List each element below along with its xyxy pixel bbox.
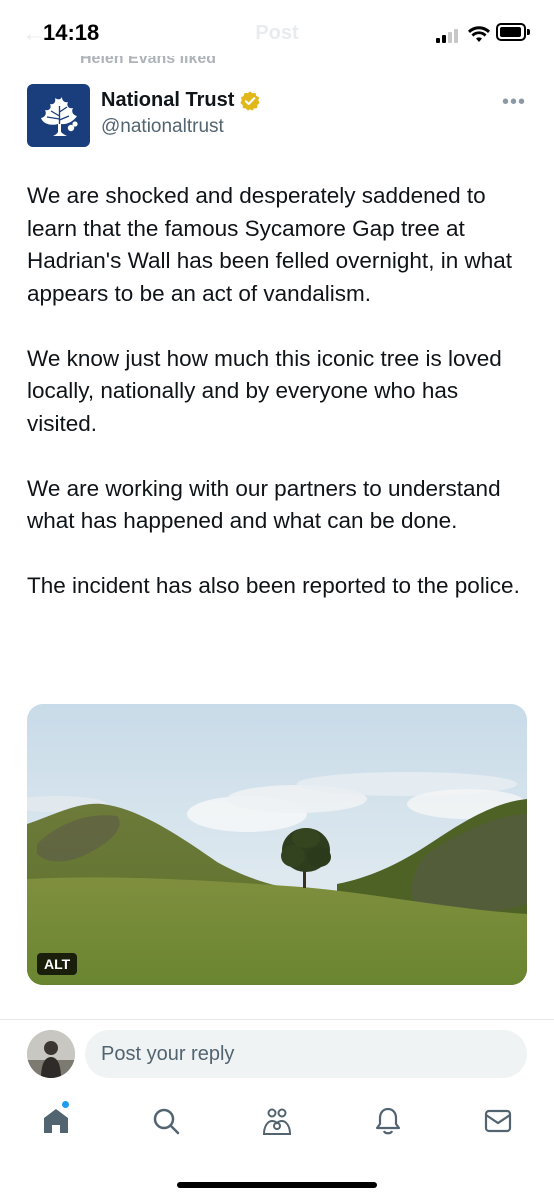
author-name[interactable]: National Trust — [101, 89, 234, 112]
author-avatar[interactable] — [27, 84, 90, 147]
author-handle[interactable]: @nationaltrust — [101, 116, 224, 138]
notifications-icon[interactable] — [368, 1101, 408, 1141]
status-time: 14:18 — [43, 20, 100, 45]
home-notification-dot — [62, 1101, 69, 1108]
tweet-text: We are shocked and desperately saddened … — [27, 180, 532, 635]
bottom-nav — [0, 1095, 554, 1151]
user-photo — [27, 1030, 75, 1078]
messages-icon[interactable] — [478, 1101, 518, 1141]
home-icon[interactable] — [36, 1101, 76, 1141]
tweet-paragraph: We are working with our partners to unde… — [27, 475, 501, 534]
cellular-signal-icon — [436, 27, 464, 43]
alt-text-badge[interactable]: ALT — [37, 953, 78, 975]
search-icon[interactable] — [146, 1101, 186, 1141]
communities-icon[interactable] — [257, 1101, 297, 1141]
tweet-paragraph: We are shocked and desperately saddened … — [27, 183, 512, 306]
user-avatar[interactable] — [27, 1030, 75, 1078]
tweet-photo[interactable]: ALT — [27, 704, 527, 985]
reply-input[interactable]: Post your reply — [85, 1030, 527, 1078]
author-name-row[interactable]: National Trust — [101, 89, 261, 112]
tweet-paragraph: The incident has also been reported to t… — [27, 573, 520, 598]
verified-badge-icon — [240, 90, 260, 111]
divider — [0, 1019, 554, 1020]
wifi-icon — [468, 26, 490, 42]
battery-icon — [496, 23, 530, 41]
sycamore-gap-photo — [27, 704, 527, 985]
tweet-paragraph: We know just how much this iconic tree i… — [27, 345, 502, 436]
oak-leaf-logo-icon — [41, 97, 78, 136]
more-options-icon[interactable]: ••• — [502, 91, 526, 114]
home-indicator — [177, 1182, 377, 1188]
